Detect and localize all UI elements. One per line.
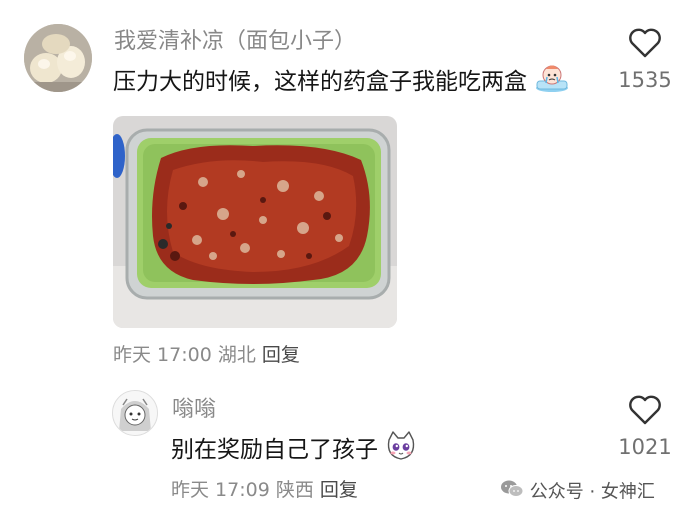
reply-username[interactable]: 嗡嗡 — [172, 396, 216, 424]
comment-date: 昨天 17:00 — [113, 344, 212, 366]
comment-username[interactable]: 我爱清补凉（面包小子） — [114, 28, 356, 56]
reply-meta: 昨天 17:09 陕西 回复 — [171, 477, 358, 503]
comment-text: 压力大的时候，这样的药盒子我能吃两盒 — [113, 63, 570, 102]
like-count: 1535 — [618, 68, 672, 92]
reply-button[interactable]: 回复 — [262, 344, 300, 366]
reply-reply-button[interactable]: 回复 — [320, 479, 358, 501]
wechat-icon — [500, 479, 524, 506]
comment-text-content: 压力大的时候，这样的药盒子我能吃两盒 — [113, 69, 527, 95]
reply-like-heart-icon[interactable] — [628, 395, 662, 425]
watermark: 公众号 · 女神汇 — [500, 479, 655, 506]
reply-text-content: 别在奖励自己了孩子 — [171, 437, 378, 463]
user-avatar[interactable] — [24, 24, 92, 92]
reply-location: 陕西 — [275, 479, 314, 501]
watermark-text: 公众号 · 女神汇 — [529, 481, 655, 503]
reply-user-avatar[interactable] — [112, 390, 158, 436]
comment-location: 湖北 — [217, 344, 256, 366]
like-heart-icon[interactable] — [628, 28, 662, 58]
reply-like-count: 1021 — [618, 435, 672, 459]
crying-face-sticker-icon — [534, 63, 570, 102]
comment-meta: 昨天 17:00 湖北 回复 — [113, 342, 300, 368]
reply-date: 昨天 17:09 — [171, 479, 270, 501]
comment-photo[interactable] — [113, 116, 397, 328]
cat-face-sticker-icon — [385, 430, 417, 471]
reply-text: 别在奖励自己了孩子 — [171, 430, 417, 471]
